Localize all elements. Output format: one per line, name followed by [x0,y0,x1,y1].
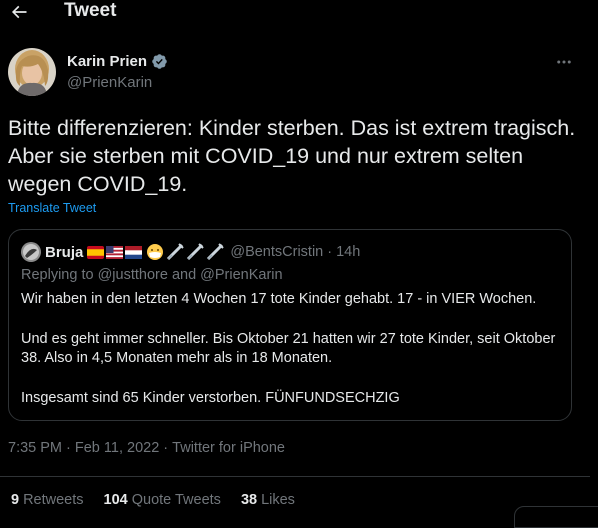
meta-separator: · [62,440,75,456]
tweet-text: Bitte differenzieren: Kinder sterben. Da… [8,116,576,196]
tweet-metadata: 7:35 PM · Feb 11, 2022 · Twitter for iPh… [8,440,285,456]
tweet-date[interactable]: Feb 11, 2022 [75,440,159,456]
spain-flag-icon [87,245,105,259]
replying-to-line: Replying to @justthore and @PrienKarin [21,267,283,283]
quoted-paragraph: Wir haben in den letzten 4 Wochen 17 tot… [21,291,537,307]
tweet-source: Twitter for iPhone [172,440,285,456]
netherlands-flag-icon [125,245,143,259]
author-name[interactable]: Karin Prien [67,52,147,71]
replying-to-label: Replying to [21,267,98,283]
quoted-author-name: Bruja [45,243,84,261]
likes-stat[interactable]: 38 Likes [241,492,295,508]
bottom-corner-panel [514,506,598,528]
author-avatar-image [8,48,56,96]
meta-separator: · [159,440,173,456]
retweets-count: 9 [11,492,20,508]
syringe-icon [166,243,185,261]
replying-to-mentions: @justthore and @PrienKarin [97,267,283,283]
quote-tweets-count: 104 [103,492,128,508]
more-options-button[interactable] [552,52,576,72]
syringe-icon [206,243,225,261]
quoted-tweet-time: 14h [336,244,361,260]
syringe-icon [186,243,205,261]
likes-count: 38 [240,492,258,508]
back-arrow-icon [11,5,27,19]
quoted-author-handle: @BentsCristin [230,244,324,260]
retweets-label: Retweets [23,492,84,508]
usa-flag-icon [106,245,124,259]
top-bar: Tweet [0,0,598,26]
author-name-row[interactable]: Karin Prien [67,52,168,71]
author-handle[interactable]: @PrienKarin [67,73,152,92]
stats-divider [0,476,590,477]
quoted-paragraph: Und es geht immer schneller. Bis Oktober… [21,330,556,367]
translate-tweet-link[interactable]: Translate Tweet [8,201,96,215]
separator-dot: · [327,244,333,260]
verified-badge-icon [151,53,168,70]
quote-tweets-label: Quote Tweets [131,492,221,508]
page-title: Tweet [64,0,117,21]
more-dots-icon [557,60,571,64]
quoted-tweet-header: Bruja @BentsCristin · 14h [21,242,360,262]
engagement-stats: 9 Retweets 104 Quote Tweets 38 Likes [11,492,315,508]
back-button[interactable] [9,0,29,24]
quoted-tweet-body: Wir haben in den letzten 4 Wochen 17 tot… [21,290,561,428]
quoted-paragraph: Insgesamt sind 65 Kinder verstorben. FÜN… [21,389,400,406]
author-avatar[interactable] [8,48,56,96]
mask-face-icon [146,243,164,261]
retweets-stat[interactable]: 9 Retweets [11,492,84,508]
quote-tweets-stat[interactable]: 104 Quote Tweets [104,492,221,508]
likes-label: Likes [261,492,295,508]
tweet-time[interactable]: 7:35 PM [8,440,62,456]
quoted-author-avatar [21,242,41,262]
quoted-tweet-card[interactable]: Bruja @BentsCristin · 14h Replying to @j… [8,229,572,421]
